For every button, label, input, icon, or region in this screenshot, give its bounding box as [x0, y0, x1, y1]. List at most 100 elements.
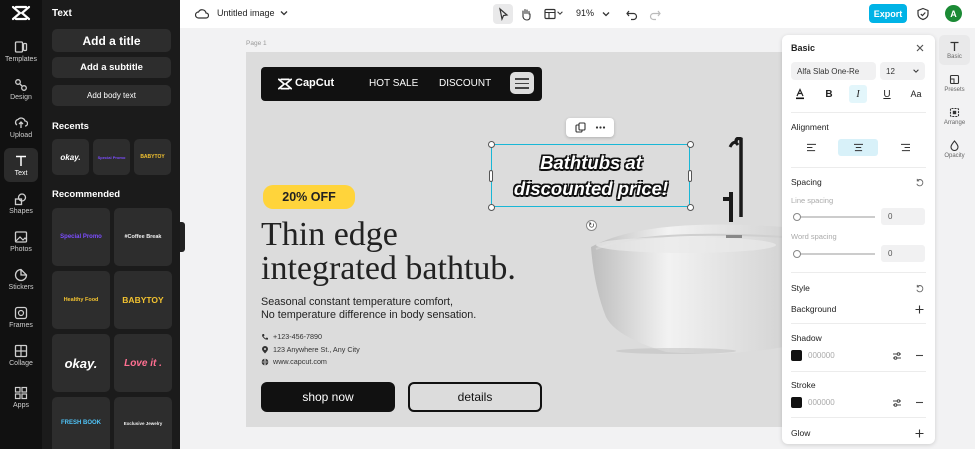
tab-basic[interactable]: Basic	[939, 35, 970, 65]
preset-fresh-book[interactable]: FRESH BOOK	[52, 397, 110, 449]
reset-style-icon[interactable]	[915, 284, 924, 293]
contact-phone[interactable]: +123-456-7890	[261, 332, 322, 341]
preset-babytoy[interactable]: BABYTOY	[114, 271, 172, 329]
resize-handle-br[interactable]	[687, 204, 694, 211]
add-title-button[interactable]: Add a title	[52, 29, 171, 52]
resize-handle-tl[interactable]	[488, 141, 495, 148]
rail-photos[interactable]: Photos	[4, 224, 38, 258]
rail-stickers[interactable]: Stickers	[4, 262, 38, 296]
preset-okay[interactable]: okay.	[52, 334, 110, 392]
design-nav-bar[interactable]: CapCut HOT SALE DISCOUNT	[261, 67, 542, 101]
add-background-icon[interactable]	[915, 305, 924, 314]
stroke-settings-icon[interactable]	[892, 398, 902, 408]
contact-website[interactable]: www.capcut.com	[261, 357, 327, 366]
pointer-icon[interactable]	[496, 7, 510, 21]
preset-love-it[interactable]: Love it .	[114, 334, 172, 392]
shadow-color-swatch[interactable]	[791, 350, 802, 361]
resize-handle-left[interactable]	[489, 170, 493, 182]
add-body-text-button[interactable]: Add body text	[52, 85, 171, 106]
word-spacing-thumb[interactable]	[793, 250, 801, 258]
layout-icon[interactable]	[543, 7, 557, 21]
preset-coffee-break[interactable]: #Coffee Break	[114, 208, 172, 266]
remove-stroke-icon[interactable]	[915, 398, 924, 407]
shop-now-button[interactable]: shop now	[261, 382, 395, 412]
hand-icon[interactable]	[519, 7, 533, 21]
discount-badge[interactable]: 20% OFF	[263, 185, 355, 209]
rail-frames[interactable]: Frames	[4, 300, 38, 334]
stroke-color-swatch[interactable]	[791, 397, 802, 408]
line-spacing-thumb[interactable]	[793, 213, 801, 221]
case-button[interactable]: Aa	[907, 85, 925, 103]
zoom-chevron-icon[interactable]	[601, 9, 611, 19]
add-subtitle-button[interactable]: Add a subtitle	[52, 57, 171, 78]
recent-preset-babytoy[interactable]: BABYTOY	[134, 139, 171, 175]
resize-handle-right[interactable]	[688, 170, 692, 182]
duplicate-icon[interactable]	[575, 122, 586, 133]
more-icon[interactable]	[595, 122, 606, 133]
rail-apps[interactable]: Apps	[4, 380, 38, 414]
tab-presets[interactable]: Presets	[939, 68, 970, 98]
headline[interactable]: Thin edge integrated bathtub.	[261, 218, 516, 286]
rail-templates[interactable]: Templates	[4, 34, 38, 68]
shield-icon[interactable]	[916, 7, 930, 21]
layout-chevron-icon[interactable]	[556, 9, 564, 17]
align-center-button[interactable]	[838, 139, 878, 156]
panel-title: Text	[52, 8, 72, 19]
align-right-button[interactable]	[885, 139, 925, 156]
preset-exclusive-jewelry[interactable]: Exclusive Jewelry	[114, 397, 172, 449]
align-left-button[interactable]	[791, 139, 831, 156]
preset-healthy-food[interactable]: Healthy Food	[52, 271, 110, 329]
line-spacing-input[interactable]: 0	[881, 208, 925, 225]
font-family-dropdown[interactable]: Alfa Slab One-Re	[791, 62, 876, 80]
shadow-settings-icon[interactable]	[892, 351, 902, 361]
close-icon[interactable]	[916, 44, 924, 52]
text-color-button[interactable]	[791, 85, 809, 103]
stroke-hex[interactable]: 000000	[808, 398, 835, 407]
website-text: www.capcut.com	[273, 357, 327, 366]
zoom-level[interactable]: 91%	[576, 8, 594, 18]
tab-opacity[interactable]: Opacity	[939, 134, 970, 164]
remove-shadow-icon[interactable]	[915, 351, 924, 360]
promo-text-box[interactable]: Bathtubs at discounted price!	[492, 144, 690, 207]
line-spacing-slider[interactable]	[793, 213, 875, 221]
document-title[interactable]: Untitled image	[217, 8, 275, 18]
preset-special-promo[interactable]: Special Promo	[52, 208, 110, 266]
word-spacing-input[interactable]: 0	[881, 245, 925, 262]
tab-opacity-label: Opacity	[944, 152, 965, 159]
export-button[interactable]: Export	[869, 4, 907, 23]
tab-arrange[interactable]: Arrange	[939, 101, 970, 131]
resize-handle-tr[interactable]	[687, 141, 694, 148]
design-canvas[interactable]: CapCut HOT SALE DISCOUNT 20% OFF Thin ed…	[246, 52, 784, 427]
rail-design[interactable]: Design	[4, 72, 38, 106]
shadow-hex[interactable]: 000000	[808, 351, 835, 360]
rotate-handle-icon[interactable]: ↻	[586, 220, 597, 231]
left-rail: Templates Design Upload Text Shapes Phot…	[0, 0, 42, 449]
recent-preset-okay[interactable]: okay.	[52, 139, 89, 175]
rail-shapes[interactable]: Shapes	[4, 186, 38, 220]
rail-apps-label: Apps	[13, 401, 29, 409]
text-icon	[16, 155, 26, 166]
details-button[interactable]: details	[408, 382, 542, 412]
panel-collapse-handle[interactable]	[180, 222, 185, 252]
underline-button[interactable]: U	[878, 85, 896, 103]
font-size-dropdown[interactable]: 12	[880, 62, 925, 80]
property-tabs: Basic Presets Arrange Opacity	[939, 35, 970, 165]
contact-address[interactable]: 123 Anywhere St., Any City	[261, 345, 360, 354]
word-spacing-slider[interactable]	[793, 250, 875, 258]
divider-1	[791, 112, 926, 113]
subheadline[interactable]: Seasonal constant temperature comfort, N…	[261, 296, 476, 322]
cloud-icon[interactable]	[195, 7, 209, 21]
user-avatar[interactable]: A	[945, 5, 962, 22]
resize-handle-bl[interactable]	[488, 204, 495, 211]
rail-collage[interactable]: Collage	[4, 338, 38, 372]
rail-upload[interactable]: Upload	[4, 110, 38, 144]
add-glow-icon[interactable]	[915, 429, 924, 438]
reset-spacing-icon[interactable]	[915, 178, 924, 187]
undo-icon[interactable]	[625, 7, 639, 21]
italic-button[interactable]: I	[849, 85, 867, 103]
redo-icon[interactable]	[648, 7, 662, 21]
chevron-down-icon[interactable]	[279, 8, 289, 18]
rail-text[interactable]: Text	[4, 148, 38, 182]
bold-button[interactable]: B	[820, 85, 838, 103]
recent-preset-special-promo[interactable]: Special Promo	[93, 139, 130, 175]
